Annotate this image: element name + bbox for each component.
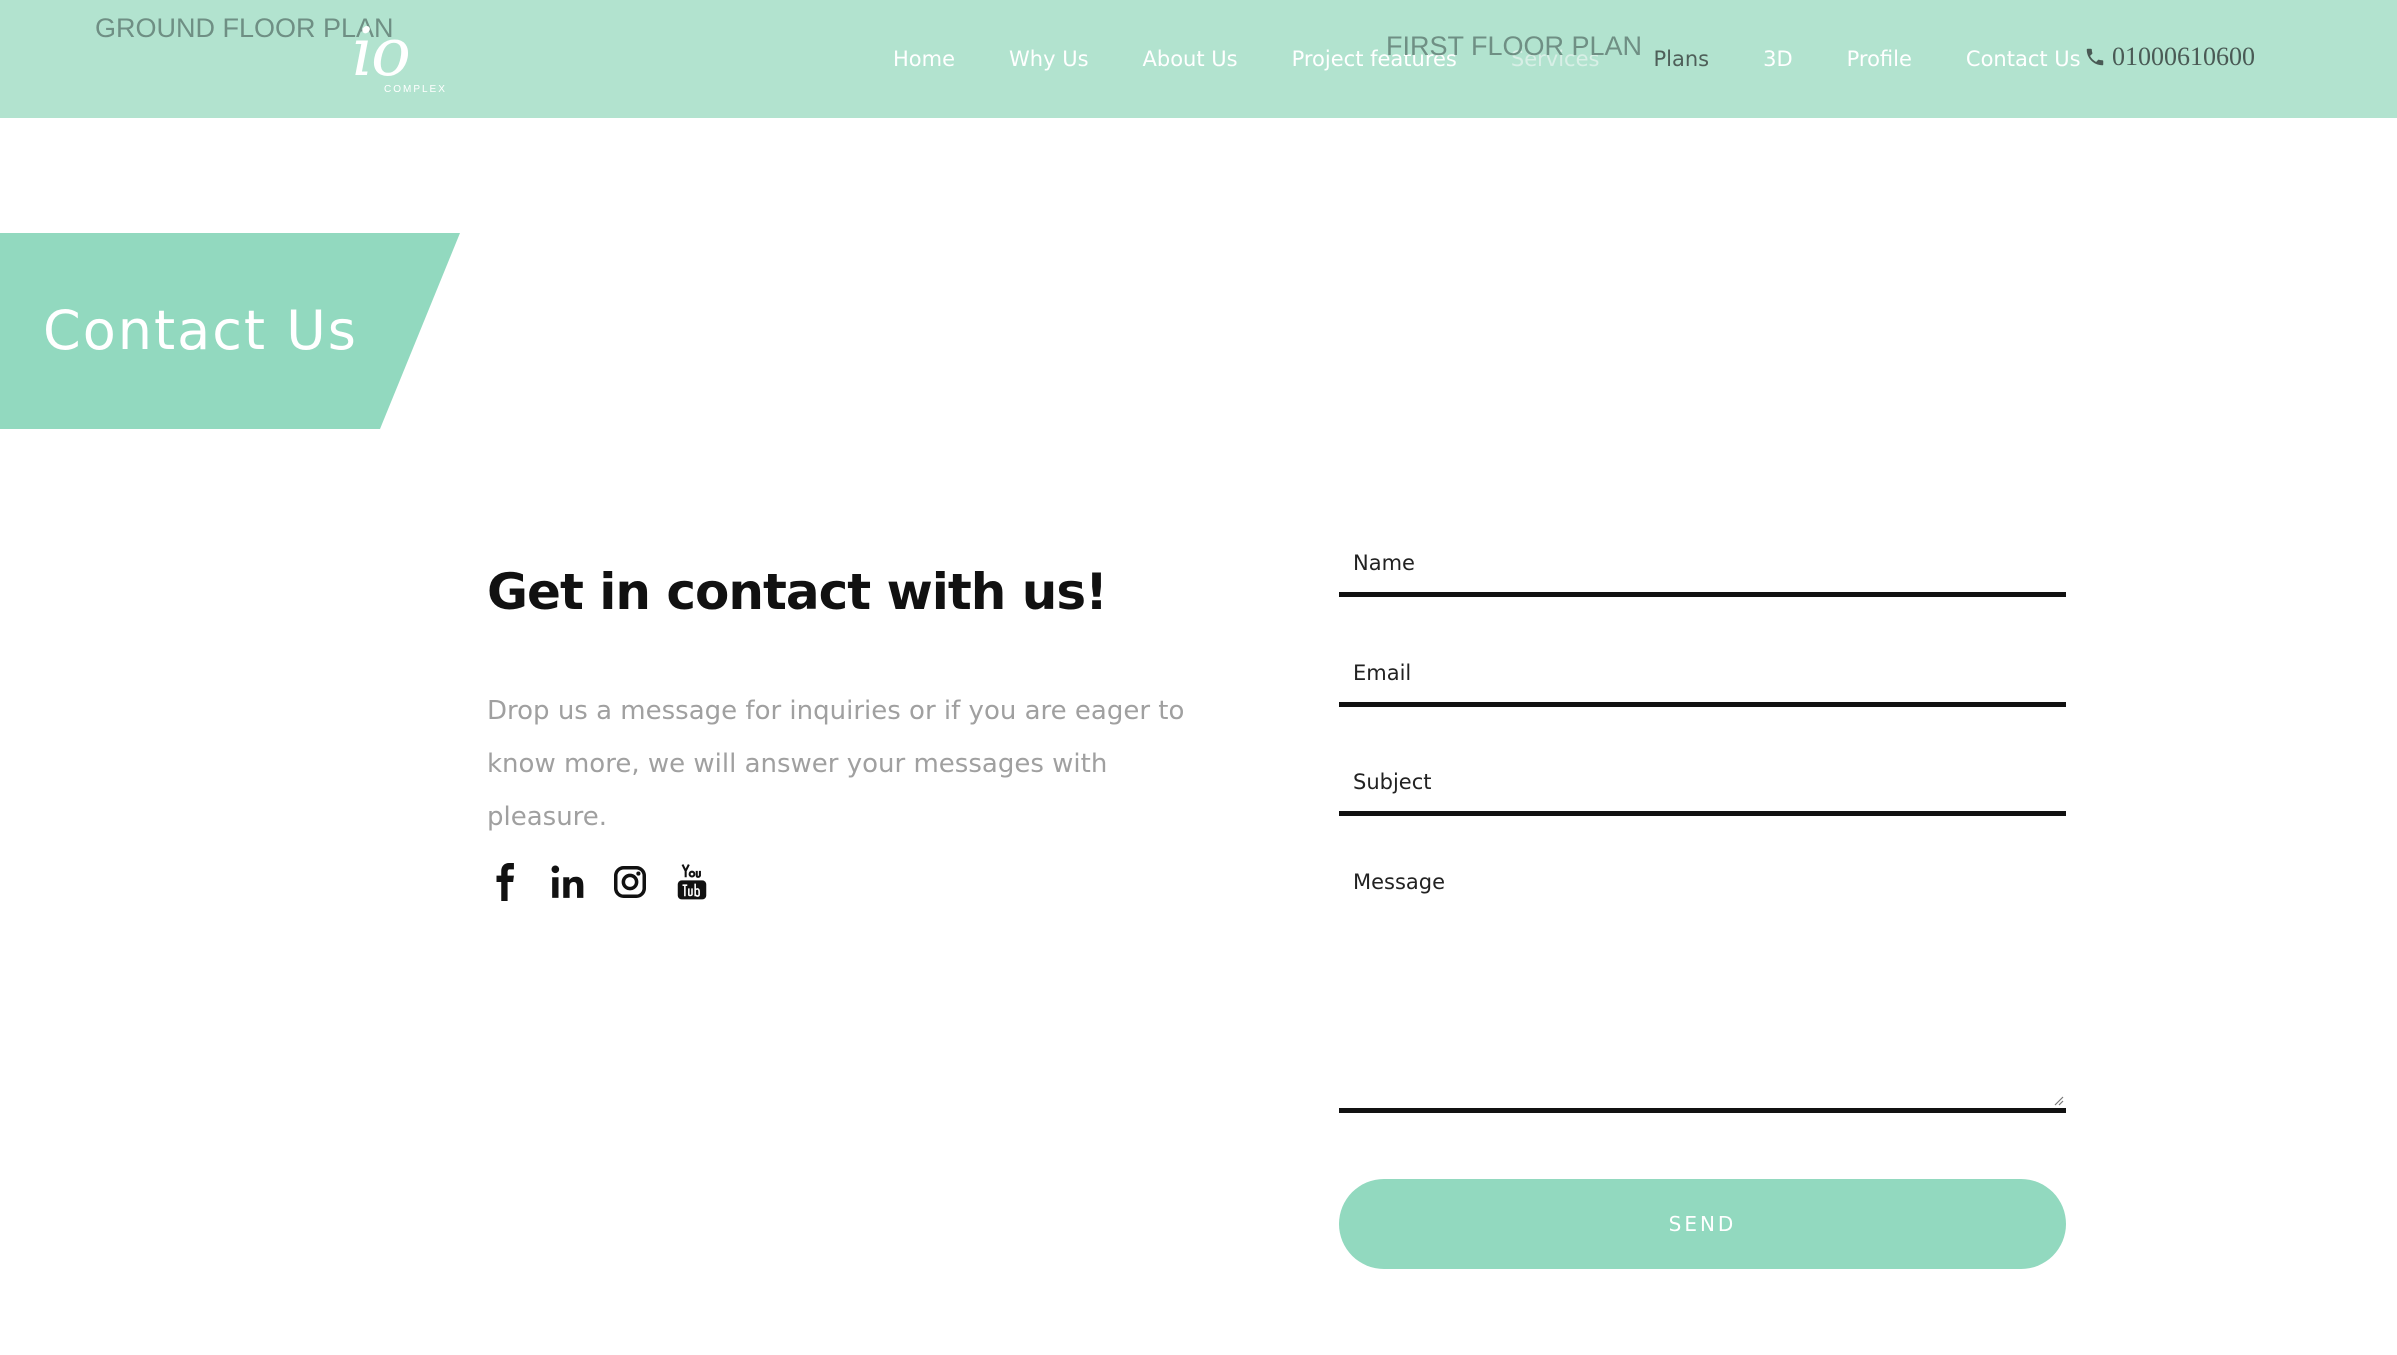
facebook-icon[interactable] bbox=[487, 862, 525, 902]
nav-contact-us[interactable]: Contact Us bbox=[1966, 47, 2081, 71]
name-field-wrapper bbox=[1339, 540, 2066, 597]
nav-about-us[interactable]: About Us bbox=[1143, 47, 1238, 71]
resize-grip-icon[interactable] bbox=[2052, 1094, 2064, 1106]
send-button[interactable]: SEND bbox=[1339, 1179, 2066, 1269]
first-floor-plan-label: FIRST FLOOR PLAN bbox=[1386, 31, 1643, 61]
nav-3d[interactable]: 3D bbox=[1763, 47, 1793, 71]
social-links bbox=[487, 862, 735, 902]
ground-floor-plan-label: GROUND FLOOR PLAN bbox=[95, 13, 394, 43]
subject-field-wrapper bbox=[1339, 759, 2066, 816]
nav-profile[interactable]: Profile bbox=[1847, 47, 1912, 71]
linkedin-icon[interactable] bbox=[549, 862, 587, 902]
contact-description: Drop us a message for inquiries or if yo… bbox=[487, 696, 1185, 832]
name-input[interactable] bbox=[1353, 540, 2053, 586]
io-complex-logo[interactable]: io COMPLEX bbox=[352, 18, 462, 100]
nav-why-us[interactable]: Why Us bbox=[1009, 47, 1089, 71]
nav-home[interactable]: Home bbox=[893, 47, 955, 71]
instagram-icon[interactable] bbox=[611, 862, 649, 902]
page-title-banner: Contact Us bbox=[0, 233, 460, 429]
logo-subtitle: COMPLEX bbox=[384, 84, 447, 95]
page-title: Contact Us bbox=[43, 299, 358, 362]
email-field-wrapper bbox=[1339, 650, 2066, 707]
top-navbar: GROUND FLOOR PLAN io COMPLEX Home Why Us… bbox=[0, 0, 2397, 118]
email-input[interactable] bbox=[1353, 650, 2053, 696]
subject-input[interactable] bbox=[1353, 759, 2053, 805]
message-textarea[interactable] bbox=[1353, 870, 2053, 1096]
nav-plans[interactable]: Plans bbox=[1653, 47, 1709, 71]
contact-heading: Get in contact with us! bbox=[487, 563, 1108, 621]
message-field-wrapper bbox=[1339, 870, 2066, 1113]
youtube-icon[interactable] bbox=[673, 862, 711, 902]
logo-mark: io bbox=[352, 14, 411, 91]
